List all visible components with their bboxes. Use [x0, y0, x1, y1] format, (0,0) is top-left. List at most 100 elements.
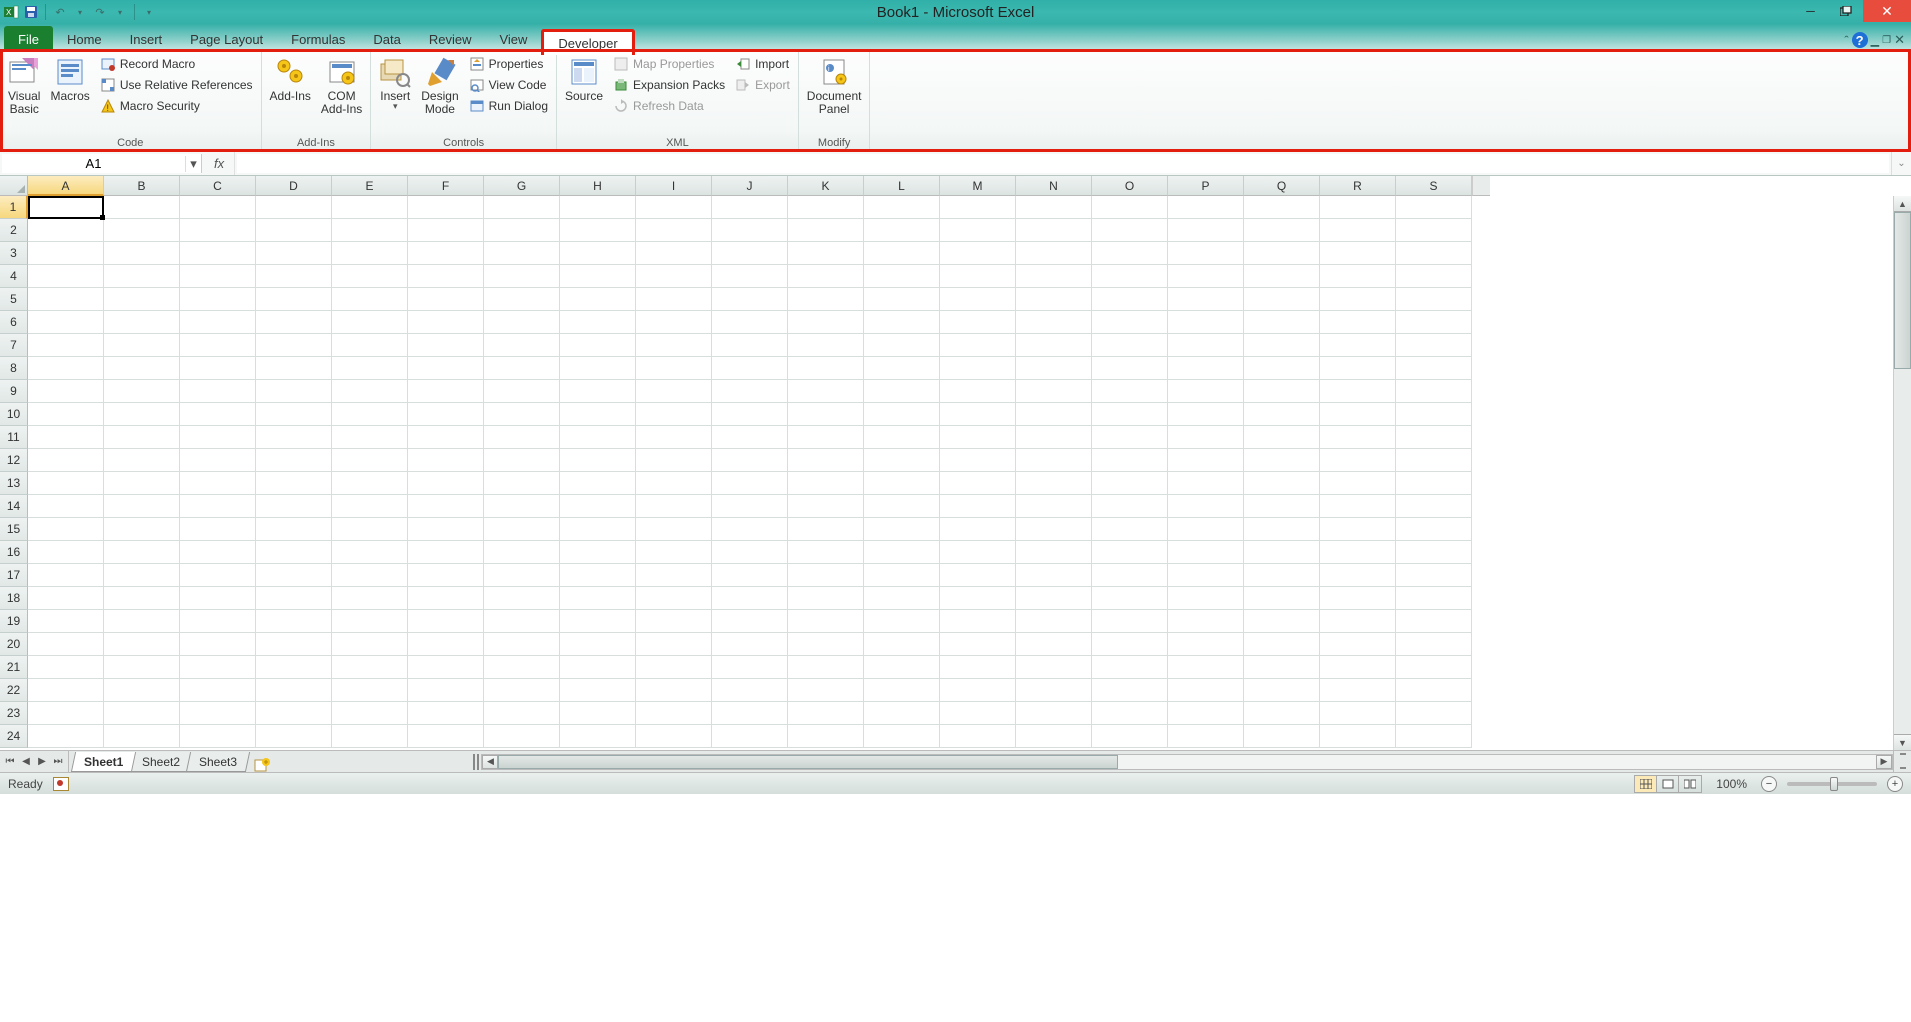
cell[interactable]	[940, 334, 1016, 357]
cell[interactable]	[940, 426, 1016, 449]
cell[interactable]	[408, 426, 484, 449]
cell[interactable]	[788, 219, 864, 242]
cell[interactable]	[28, 426, 104, 449]
cell[interactable]	[864, 357, 940, 380]
column-header[interactable]: L	[864, 176, 940, 196]
cell[interactable]	[104, 587, 180, 610]
cell[interactable]	[408, 472, 484, 495]
maximize-button[interactable]	[1828, 0, 1863, 22]
cell[interactable]	[1396, 288, 1472, 311]
cell[interactable]	[636, 633, 712, 656]
macro-record-status-icon[interactable]	[53, 777, 69, 791]
cell[interactable]	[636, 564, 712, 587]
scroll-right-button[interactable]: ▶	[1876, 755, 1892, 769]
cell[interactable]	[864, 725, 940, 748]
cell[interactable]	[636, 702, 712, 725]
cell[interactable]	[940, 702, 1016, 725]
cell[interactable]	[1092, 472, 1168, 495]
column-header[interactable]: I	[636, 176, 712, 196]
cell[interactable]	[864, 656, 940, 679]
cell[interactable]	[180, 219, 256, 242]
cell[interactable]	[256, 633, 332, 656]
cell[interactable]	[560, 656, 636, 679]
cell[interactable]	[940, 357, 1016, 380]
cell[interactable]	[1320, 265, 1396, 288]
cell[interactable]	[104, 196, 180, 219]
zoom-slider[interactable]	[1787, 782, 1877, 786]
row-header[interactable]: 21	[0, 656, 28, 679]
cell[interactable]	[712, 679, 788, 702]
column-header[interactable]: M	[940, 176, 1016, 196]
cell[interactable]	[1168, 426, 1244, 449]
cell[interactable]	[1168, 564, 1244, 587]
cell[interactable]	[1092, 564, 1168, 587]
cell[interactable]	[180, 633, 256, 656]
cell[interactable]	[1244, 311, 1320, 334]
cell[interactable]	[712, 541, 788, 564]
zoom-out-button[interactable]: −	[1761, 776, 1777, 792]
cell[interactable]	[1320, 288, 1396, 311]
cell[interactable]	[180, 472, 256, 495]
cell[interactable]	[1016, 288, 1092, 311]
cell[interactable]	[788, 426, 864, 449]
cell[interactable]	[1168, 357, 1244, 380]
cell[interactable]	[712, 334, 788, 357]
vscroll-track[interactable]	[1894, 212, 1911, 734]
cell[interactable]	[1244, 196, 1320, 219]
insert-controls-button[interactable]: Insert ▾	[375, 54, 415, 114]
cell[interactable]	[484, 426, 560, 449]
column-header[interactable]: A	[28, 176, 104, 196]
cell[interactable]	[332, 357, 408, 380]
cell[interactable]	[104, 702, 180, 725]
cell[interactable]	[1320, 587, 1396, 610]
cell[interactable]	[940, 725, 1016, 748]
cell[interactable]	[256, 219, 332, 242]
cell[interactable]	[636, 656, 712, 679]
cell[interactable]	[1396, 495, 1472, 518]
cell[interactable]	[256, 334, 332, 357]
cell[interactable]	[1168, 541, 1244, 564]
cell[interactable]	[104, 518, 180, 541]
cell[interactable]	[788, 380, 864, 403]
cell[interactable]	[1092, 357, 1168, 380]
row-header[interactable]: 2	[0, 219, 28, 242]
row-header[interactable]: 20	[0, 633, 28, 656]
cell[interactable]	[1092, 702, 1168, 725]
record-macro-button[interactable]: Record Macro	[96, 54, 257, 74]
cell[interactable]	[1244, 288, 1320, 311]
cell[interactable]	[104, 311, 180, 334]
cell[interactable]	[560, 610, 636, 633]
cell[interactable]	[712, 403, 788, 426]
cell[interactable]	[788, 587, 864, 610]
cell[interactable]	[1320, 196, 1396, 219]
cell[interactable]	[332, 472, 408, 495]
cell[interactable]	[1244, 633, 1320, 656]
cell[interactable]	[1244, 219, 1320, 242]
cell[interactable]	[1244, 495, 1320, 518]
cell[interactable]	[180, 288, 256, 311]
properties-button[interactable]: Properties	[465, 54, 552, 74]
cell[interactable]	[636, 725, 712, 748]
cell[interactable]	[712, 518, 788, 541]
cell[interactable]	[712, 449, 788, 472]
cell[interactable]	[1016, 472, 1092, 495]
cell[interactable]	[636, 610, 712, 633]
cell[interactable]	[1092, 541, 1168, 564]
cell[interactable]	[484, 495, 560, 518]
cell[interactable]	[1396, 219, 1472, 242]
cell[interactable]	[408, 587, 484, 610]
cell[interactable]	[28, 449, 104, 472]
cell[interactable]	[560, 633, 636, 656]
design-mode-button[interactable]: Design Mode	[417, 54, 462, 118]
cell[interactable]	[1016, 334, 1092, 357]
cell[interactable]	[1396, 587, 1472, 610]
cell[interactable]	[332, 495, 408, 518]
cell[interactable]	[1244, 403, 1320, 426]
addins-button[interactable]: Add-Ins	[266, 54, 315, 105]
cell[interactable]	[256, 196, 332, 219]
cell[interactable]	[788, 196, 864, 219]
cell[interactable]	[864, 564, 940, 587]
cell[interactable]	[1016, 357, 1092, 380]
cell[interactable]	[1244, 541, 1320, 564]
cell[interactable]	[788, 564, 864, 587]
